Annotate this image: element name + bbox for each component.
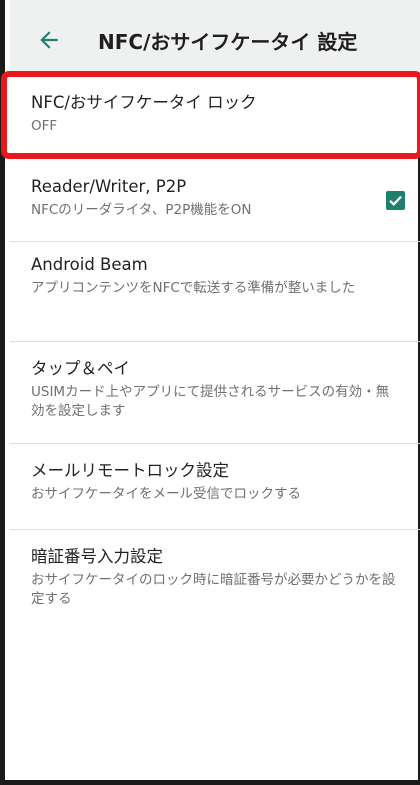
setting-summary: おサイフケータイをメール受信でロックする bbox=[31, 486, 301, 502]
setting-summary: OFF bbox=[31, 118, 58, 134]
check-icon bbox=[389, 195, 402, 207]
setting-tap-and-pay[interactable]: タップ＆ペイ USIMカード上やアプリにて提供されるサービスの有効・無効を設定し… bbox=[10, 342, 420, 444]
app-bar: NFC/おサイフケータイ 設定 bbox=[10, 0, 420, 76]
setting-summary: USIMカード上やアプリにて提供されるサービスの有効・無効を設定します bbox=[31, 384, 390, 419]
device-screen: NFC/おサイフケータイ 設定 NFC/おサイフケータイ ロック OFF Rea… bbox=[0, 0, 420, 785]
setting-summary: おサイフケータイのロック時に暗証番号が必要かどうかを設定する bbox=[31, 572, 396, 607]
setting-pin-input[interactable]: 暗証番号入力設定 おサイフケータイのロック時に暗証番号が必要かどうかを設定する bbox=[10, 530, 420, 630]
setting-title: Android Beam bbox=[31, 255, 148, 274]
setting-android-beam[interactable]: Android Beam アプリコンテンツをNFCで転送する準備が整いました bbox=[10, 242, 420, 342]
arrow-left-icon[interactable] bbox=[36, 27, 62, 53]
setting-reader-writer[interactable]: Reader/Writer, P2P NFCのリーダライタ、P2P機能をON bbox=[10, 156, 420, 242]
setting-title: メールリモートロック設定 bbox=[31, 461, 229, 480]
setting-title: タップ＆ペイ bbox=[31, 359, 130, 378]
settings-list: NFC/おサイフケータイ ロック OFF Reader/Writer, P2P … bbox=[10, 76, 420, 630]
setting-nfc-lock[interactable]: NFC/おサイフケータイ ロック OFF bbox=[10, 76, 420, 156]
setting-mail-remote-lock[interactable]: メールリモートロック設定 おサイフケータイをメール受信でロックする bbox=[10, 444, 420, 530]
setting-title: Reader/Writer, P2P bbox=[31, 177, 187, 196]
setting-title: 暗証番号入力設定 bbox=[31, 547, 163, 566]
page-title: NFC/おサイフケータイ 設定 bbox=[98, 30, 358, 54]
checkbox-checked[interactable] bbox=[386, 191, 405, 210]
setting-summary: NFCのリーダライタ、P2P機能をON bbox=[31, 202, 252, 218]
setting-title: NFC/おサイフケータイ ロック bbox=[31, 93, 257, 112]
setting-summary: アプリコンテンツをNFCで転送する準備が整いました bbox=[31, 280, 356, 296]
